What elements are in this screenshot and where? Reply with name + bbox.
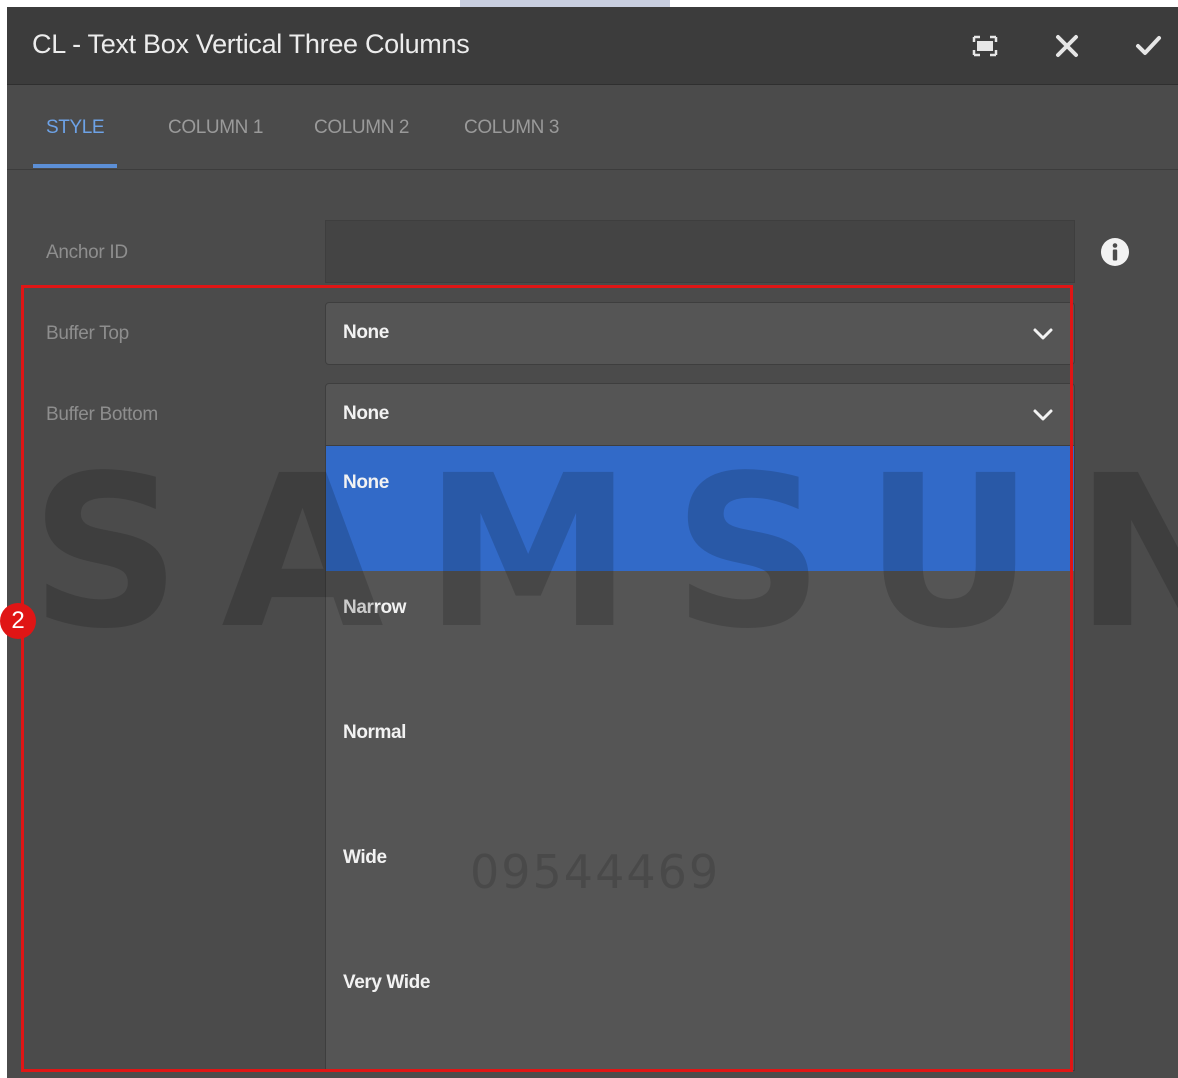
dialog-titlebar: CL - Text Box Vertical Three Columns bbox=[7, 7, 1178, 85]
close-button[interactable] bbox=[1050, 29, 1084, 63]
close-icon bbox=[1056, 35, 1078, 57]
tab-column-1[interactable]: COLUMN 1 bbox=[168, 117, 263, 139]
dropdown-option[interactable]: None bbox=[326, 446, 1074, 571]
fullscreen-button[interactable] bbox=[968, 29, 1002, 63]
tab-column-2[interactable]: COLUMN 2 bbox=[314, 117, 409, 139]
done-button[interactable] bbox=[1131, 29, 1165, 63]
anchor-id-input[interactable] bbox=[325, 220, 1075, 283]
tab-bar: STYLE COLUMN 1 COLUMN 2 COLUMN 3 bbox=[7, 85, 1178, 170]
info-icon[interactable] bbox=[1100, 237, 1130, 267]
chevron-down-icon bbox=[1033, 409, 1053, 421]
active-tab-indicator bbox=[33, 164, 117, 168]
check-icon bbox=[1136, 36, 1161, 55]
chevron-down-icon bbox=[1033, 328, 1053, 340]
dropdown-option[interactable]: Very Wide bbox=[326, 946, 1074, 1070]
buffer-bottom-label: Buffer Bottom bbox=[46, 404, 158, 425]
annotation-badge: 2 bbox=[0, 603, 36, 639]
dialog: CL - Text Box Vertical Three Columns STY… bbox=[7, 7, 1178, 1078]
dropdown-option[interactable]: Wide bbox=[326, 821, 1074, 946]
tab-style[interactable]: STYLE bbox=[46, 117, 105, 139]
buffer-bottom-dropdown: None Narrow Normal Wide Very Wide bbox=[325, 445, 1075, 1071]
dropdown-option[interactable]: Normal bbox=[326, 696, 1074, 821]
buffer-top-value: None bbox=[343, 322, 389, 343]
buffer-bottom-value: None bbox=[343, 403, 389, 424]
buffer-top-select[interactable]: None bbox=[325, 302, 1075, 365]
anchor-id-label: Anchor ID bbox=[46, 242, 128, 263]
dropdown-option[interactable]: Narrow bbox=[326, 571, 1074, 696]
dialog-title: CL - Text Box Vertical Three Columns bbox=[32, 29, 470, 59]
buffer-bottom-select[interactable]: None bbox=[325, 383, 1075, 446]
tab-column-3[interactable]: COLUMN 3 bbox=[464, 117, 559, 139]
background-strip bbox=[460, 0, 670, 7]
buffer-top-label: Buffer Top bbox=[46, 323, 129, 344]
fullscreen-icon bbox=[972, 35, 998, 57]
